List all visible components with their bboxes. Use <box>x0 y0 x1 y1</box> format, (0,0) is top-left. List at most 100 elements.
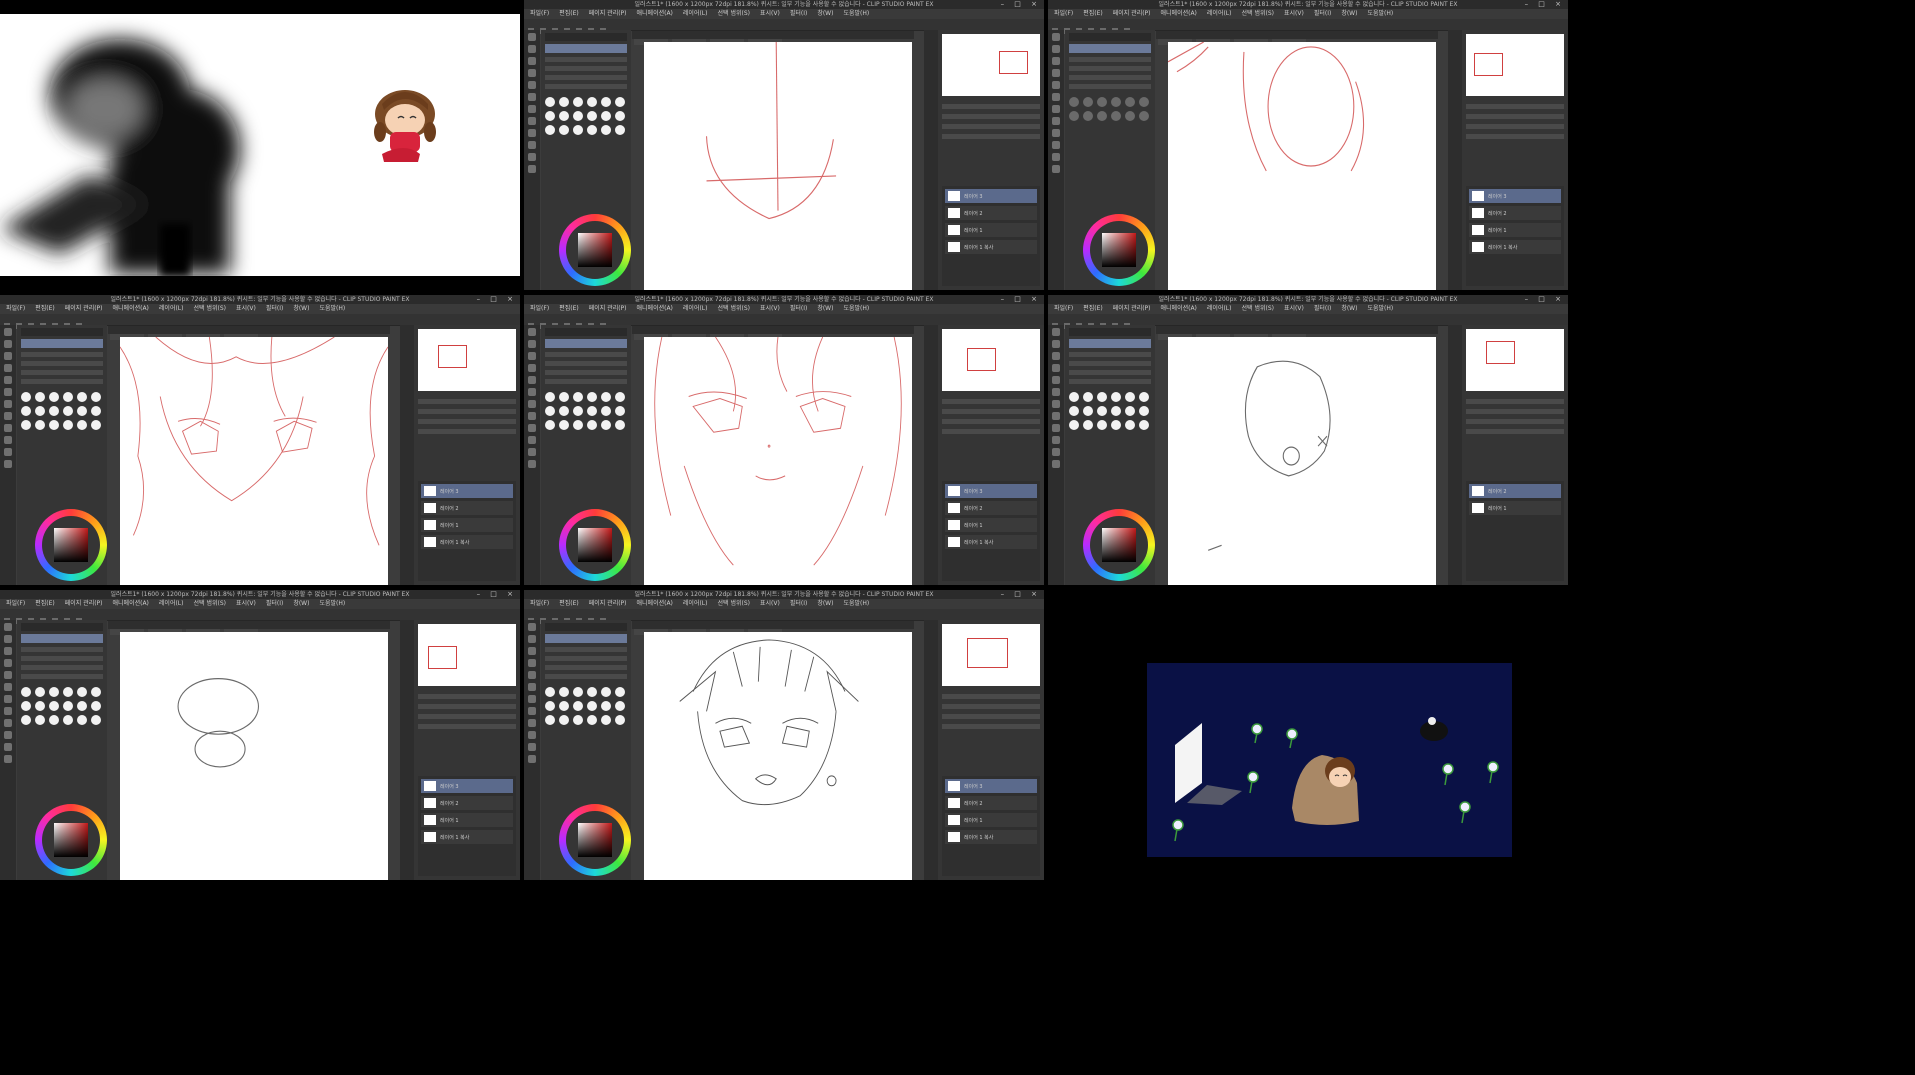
brush-density-slider[interactable] <box>1069 66 1151 71</box>
layer-row[interactable]: 레이어 2 <box>945 796 1037 810</box>
tool-icon[interactable] <box>4 755 12 763</box>
menu-edit[interactable]: 편집(E) <box>559 10 579 17</box>
brush-dot[interactable] <box>615 392 625 402</box>
brush-dot[interactable] <box>601 715 611 725</box>
navigator-frame[interactable] <box>427 645 458 669</box>
tool-icon[interactable] <box>528 659 536 667</box>
anti-alias-control[interactable] <box>545 665 627 670</box>
brush-dot[interactable] <box>1083 392 1093 402</box>
brush-dot[interactable] <box>545 701 555 711</box>
brush-dot[interactable] <box>1097 406 1107 416</box>
tool-icon[interactable] <box>528 57 536 65</box>
brush-dot[interactable] <box>35 406 45 416</box>
brush-dot[interactable] <box>77 701 87 711</box>
tool-icon[interactable] <box>528 647 536 655</box>
brush-preset-selected[interactable] <box>1069 339 1151 348</box>
stabilization-slider[interactable] <box>545 84 627 89</box>
brush-dot[interactable] <box>77 392 87 402</box>
tool-icon[interactable] <box>528 376 536 384</box>
brush-dot[interactable] <box>91 420 101 430</box>
navigator-frame[interactable] <box>1473 52 1504 76</box>
brush-dot[interactable] <box>587 420 597 430</box>
brush-dot[interactable] <box>1125 420 1135 430</box>
brush-density-slider[interactable] <box>1069 361 1151 366</box>
menu-help[interactable]: 도움말(H) <box>843 10 869 17</box>
menu-animation[interactable]: 애니메이션(A) <box>637 305 673 312</box>
brush-dot[interactable] <box>601 97 611 107</box>
layer-row[interactable]: 레이어 1 복사 <box>421 830 513 844</box>
brush-density-slider[interactable] <box>21 361 103 366</box>
brush-dot[interactable] <box>1083 111 1093 121</box>
drawing-canvas[interactable] <box>120 337 388 585</box>
brush-dot[interactable] <box>601 420 611 430</box>
tool-icon[interactable] <box>528 129 536 137</box>
drawing-canvas[interactable] <box>644 632 912 880</box>
tool-icon[interactable] <box>4 400 12 408</box>
menu-edit[interactable]: 편집(E) <box>1083 305 1103 312</box>
brush-dot[interactable] <box>573 97 583 107</box>
menu-page[interactable]: 페이지 관리(P) <box>1113 305 1151 312</box>
brush-dot[interactable] <box>63 687 73 697</box>
layer-row[interactable]: 레이어 1 <box>1469 501 1561 515</box>
brush-size-slider[interactable] <box>21 647 103 652</box>
tool-icon[interactable] <box>4 719 12 727</box>
tool-icon[interactable] <box>528 671 536 679</box>
color-picker-square[interactable] <box>1102 233 1136 267</box>
navigator[interactable] <box>942 34 1040 96</box>
color-wheel[interactable] <box>559 804 631 876</box>
tool-icon[interactable] <box>4 707 12 715</box>
brush-dot[interactable] <box>573 392 583 402</box>
tool-icon[interactable] <box>4 460 12 468</box>
tool-icon[interactable] <box>528 45 536 53</box>
brush-dot[interactable] <box>21 715 31 725</box>
menu-file[interactable]: 파일(F) <box>6 305 25 312</box>
menu-selection[interactable]: 선택 범위(S) <box>718 305 750 312</box>
layer-row[interactable]: 레이어 1 <box>421 518 513 532</box>
menu-filter[interactable]: 필터(I) <box>790 305 808 312</box>
menu-page[interactable]: 페이지 관리(P) <box>65 600 103 607</box>
tool-icon[interactable] <box>528 117 536 125</box>
layer-row[interactable]: 레이어 2 <box>945 206 1037 220</box>
menu-window[interactable]: 창(W) <box>1341 10 1357 17</box>
tool-icon[interactable] <box>528 635 536 643</box>
brush-dot[interactable] <box>601 701 611 711</box>
brush-dot[interactable] <box>601 392 611 402</box>
brush-dot[interactable] <box>545 392 555 402</box>
brush-dot[interactable] <box>559 97 569 107</box>
menu-view[interactable]: 표시(V) <box>760 305 780 312</box>
window-controls[interactable]: – □ × <box>1525 295 1565 304</box>
brush-dot[interactable] <box>587 701 597 711</box>
brush-dot[interactable] <box>559 715 569 725</box>
layer-row[interactable]: 레이어 3 <box>945 484 1037 498</box>
tool-icon[interactable] <box>528 731 536 739</box>
brush-density-slider[interactable] <box>545 656 627 661</box>
brush-dot[interactable] <box>601 125 611 135</box>
tool-icon[interactable] <box>1052 388 1060 396</box>
tool-icon[interactable] <box>1052 424 1060 432</box>
menu-edit[interactable]: 편집(E) <box>559 305 579 312</box>
color-picker-square[interactable] <box>54 823 88 857</box>
tool-icon[interactable] <box>528 141 536 149</box>
tool-icon[interactable] <box>528 33 536 41</box>
menu-view[interactable]: 표시(V) <box>1284 10 1304 17</box>
tool-icon[interactable] <box>528 755 536 763</box>
menu-edit[interactable]: 편집(E) <box>559 600 579 607</box>
brush-dot[interactable] <box>615 111 625 121</box>
layer-row[interactable]: 레이어 3 <box>421 779 513 793</box>
menu-animation[interactable]: 애니메이션(A) <box>637 10 673 17</box>
menu-view[interactable]: 표시(V) <box>236 305 256 312</box>
tool-icon[interactable] <box>4 731 12 739</box>
layer-row[interactable]: 레이어 1 복사 <box>945 240 1037 254</box>
tool-icon[interactable] <box>528 328 536 336</box>
brush-dot[interactable] <box>63 406 73 416</box>
menu-view[interactable]: 표시(V) <box>760 10 780 17</box>
anti-alias-control[interactable] <box>545 75 627 80</box>
brush-dot[interactable] <box>91 715 101 725</box>
brush-dot[interactable] <box>35 687 45 697</box>
stabilization-slider[interactable] <box>1069 379 1151 384</box>
tool-icon[interactable] <box>4 340 12 348</box>
menu-page[interactable]: 페이지 관리(P) <box>589 305 627 312</box>
brush-dot[interactable] <box>1139 420 1149 430</box>
tool-icon[interactable] <box>4 683 12 691</box>
brush-dot[interactable] <box>21 701 31 711</box>
